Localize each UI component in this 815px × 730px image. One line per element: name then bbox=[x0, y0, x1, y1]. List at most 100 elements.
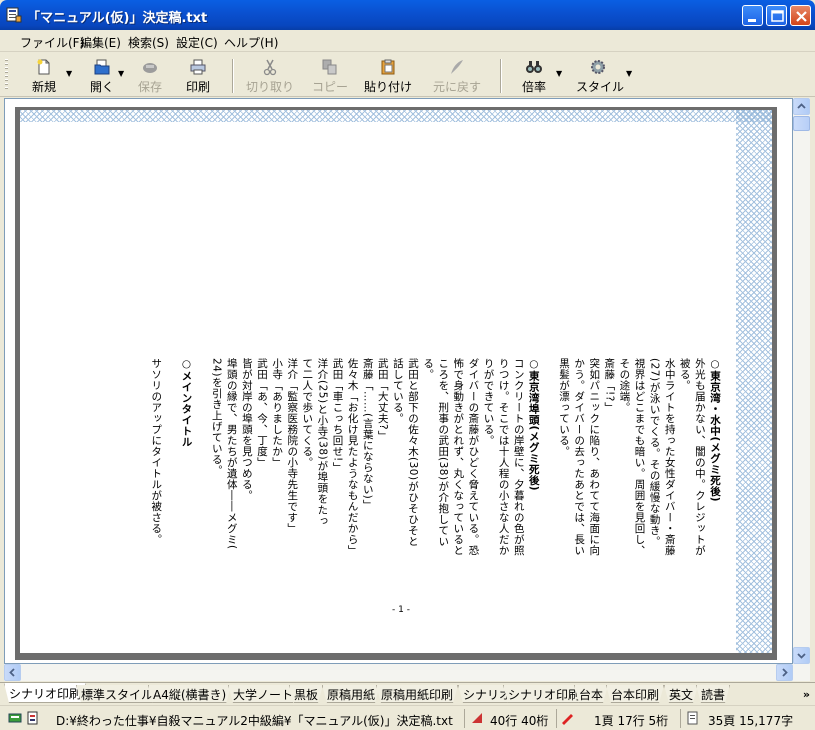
zoom-dropdown-icon[interactable]: ▼ bbox=[556, 69, 562, 78]
maximize-button[interactable] bbox=[766, 5, 787, 26]
horizontal-scrollbar[interactable] bbox=[4, 664, 810, 681]
scroll-down-button[interactable] bbox=[793, 647, 810, 664]
toolbar: 新規 ▼ 開く ▼ 保存 印刷 切り取り コピー 貼り付け 元に戻す 倍率 ▼ … bbox=[0, 53, 815, 97]
gear-icon bbox=[591, 60, 605, 74]
minimize-icon bbox=[748, 19, 756, 22]
paste-button[interactable]: 貼り付け bbox=[362, 56, 414, 94]
print-button[interactable]: 印刷 bbox=[178, 56, 218, 94]
scroll-up-button[interactable] bbox=[793, 98, 810, 115]
tab-overflow-icon[interactable]: » bbox=[803, 688, 810, 701]
script-line: 小寺「ありましたか」 bbox=[271, 358, 284, 468]
script-line: りつけ。そこでは十人程の小さな人だか bbox=[497, 358, 510, 556]
status-bar: D:¥終わった仕事¥自殺マニュアル2中級編¥「マニュアル(仮)」決定稿.txt … bbox=[0, 705, 815, 730]
file-path: D:¥終わった仕事¥自殺マニュアル2中級編¥「マニュアル(仮)」決定稿.txt bbox=[56, 714, 453, 728]
script-line: かう。ダイバーの去ったあとでは、長い bbox=[573, 358, 586, 556]
scene-heading: ○東京湾・水中(メグミ死後) bbox=[709, 358, 721, 503]
grid-size: 40行 40桁 bbox=[490, 714, 549, 728]
page[interactable]: ○東京湾・水中(メグミ死後) 外光も届かない、闇の中。クレジットが 被る。 水中ライト… bbox=[20, 110, 772, 653]
tab-reading[interactable]: 読書 bbox=[696, 685, 730, 703]
page-count-icon bbox=[687, 711, 698, 725]
app-icon bbox=[6, 7, 22, 23]
script-line: 外光も届かない、闇の中。クレジットが bbox=[693, 358, 706, 556]
open-folder-icon bbox=[94, 59, 110, 75]
script-line: 水中ライトを持った女性ダイバー・斎藤 bbox=[663, 358, 676, 556]
script-line: 斎藤「……(言葉にならない)」 bbox=[361, 358, 374, 511]
document-view[interactable]: ○東京湾・水中(メグミ死後) 外光も届かない、闇の中。クレジットが 被る。 水中ライト… bbox=[4, 98, 793, 664]
script-line: 武田「車こっち回せ!」 bbox=[331, 358, 344, 473]
copy-icon bbox=[322, 59, 337, 75]
script-line: ころを、刑事の武田(38)が介抱してい bbox=[437, 358, 450, 547]
script-line: 24)を引き上げている。 bbox=[210, 358, 223, 476]
cursor-position-icon bbox=[562, 714, 573, 725]
tab-script[interactable]: 台本 bbox=[574, 685, 608, 703]
menu-settings[interactable]: 設定(C) bbox=[176, 34, 218, 51]
save-button[interactable]: 保存 bbox=[130, 56, 170, 94]
clipboard-icon bbox=[381, 59, 395, 75]
tab-scenario-print[interactable]: シナリオ印刷 bbox=[4, 683, 86, 703]
page-margin-right bbox=[736, 110, 772, 653]
tab-manuscript-paper[interactable]: 原稿用紙 bbox=[322, 685, 380, 703]
chevron-right-icon bbox=[782, 668, 788, 677]
script-line: りができている。 bbox=[482, 358, 495, 446]
script-line: 武田と部下の佐々木(30)がひそひそと bbox=[407, 358, 419, 547]
menu-file[interactable]: ファイル(F) bbox=[20, 34, 84, 51]
menu-search[interactable]: 検索(S) bbox=[128, 34, 169, 51]
minimize-button[interactable] bbox=[742, 5, 763, 26]
chevron-left-icon bbox=[9, 668, 15, 677]
close-button[interactable] bbox=[790, 5, 811, 26]
script-line: 斎藤「!?」 bbox=[603, 358, 616, 413]
open-dropdown-icon[interactable]: ▼ bbox=[118, 69, 124, 78]
script-line: 武田「あ、今、丁度」 bbox=[256, 358, 268, 468]
page-number: - 1 - bbox=[392, 605, 410, 615]
new-button[interactable]: 新規 bbox=[24, 56, 64, 94]
title-bar[interactable]: 「マニュアル(仮)」決定稿.txt bbox=[0, 0, 815, 30]
scroll-thumb[interactable] bbox=[793, 116, 810, 131]
tab-scenario-print-2[interactable]: シナリオ印刷 bbox=[503, 685, 585, 703]
script-line: 皆が対岸の埠頭を見つめる。 bbox=[240, 358, 253, 501]
script-line: (27)が泳いでくる。その緩慢な動き。 bbox=[648, 358, 661, 547]
tab-a4-vertical[interactable]: A4縦(横書き) bbox=[148, 685, 231, 703]
close-icon bbox=[796, 11, 807, 22]
copy-button[interactable]: コピー bbox=[308, 56, 352, 94]
style-dropdown-icon[interactable]: ▼ bbox=[626, 69, 632, 78]
script-line: コンクリートの岸壁に、夕暮れの色が照 bbox=[512, 358, 525, 556]
cut-button[interactable]: 切り取り bbox=[246, 56, 294, 94]
status-separator bbox=[680, 709, 681, 728]
tab-blackboard[interactable]: 黒板 bbox=[289, 685, 323, 703]
toolbar-grip[interactable] bbox=[5, 59, 8, 91]
tab-university-notebook[interactable]: 大学ノート bbox=[228, 685, 298, 703]
script-line: 話している。 bbox=[391, 358, 404, 424]
quill-pen-icon bbox=[451, 60, 463, 74]
status-separator bbox=[556, 709, 557, 728]
tab-english[interactable]: 英文 bbox=[664, 685, 698, 703]
open-button[interactable]: 開く bbox=[82, 56, 122, 94]
vertical-scrollbar[interactable] bbox=[793, 98, 810, 664]
menu-help[interactable]: ヘルプ(H) bbox=[224, 34, 278, 51]
undo-button[interactable]: 元に戻す bbox=[430, 56, 484, 94]
scroll-left-button[interactable] bbox=[4, 664, 21, 681]
new-file-icon bbox=[37, 59, 50, 75]
tab-script-print[interactable]: 台本印刷 bbox=[606, 685, 664, 703]
menu-edit[interactable]: 編集(E) bbox=[80, 34, 121, 51]
zoom-button[interactable]: 倍率 bbox=[514, 56, 554, 94]
chevron-down-icon bbox=[797, 653, 806, 659]
scroll-right-button[interactable] bbox=[776, 664, 793, 681]
new-dropdown-icon[interactable]: ▼ bbox=[66, 69, 72, 78]
script-line: る。 bbox=[422, 358, 435, 380]
printer-icon bbox=[190, 59, 206, 75]
toolbar-separator bbox=[500, 59, 502, 93]
script-line: 被る。 bbox=[678, 358, 691, 391]
keyboard-icon bbox=[8, 713, 22, 723]
page-margin-top bbox=[20, 110, 772, 122]
scene-heading: ○東京湾埠頭(メグミ死後) bbox=[527, 358, 540, 492]
script-line: ダイバーの斎藤がひどく脅えている。恐 bbox=[467, 358, 480, 556]
script-line: 洋介「監察医務院の小寺先生です」 bbox=[286, 358, 299, 534]
tab-standard-style[interactable]: 標準スタイル bbox=[76, 685, 158, 703]
cursor-position: 1頁 17行 5桁 bbox=[594, 714, 669, 728]
script-line: 武田「大丈夫?」 bbox=[376, 358, 389, 442]
menu-bar: ファイル(F) 編集(E) 検索(S) 設定(C) ヘルプ(H) bbox=[0, 30, 815, 52]
scissors-icon bbox=[263, 59, 277, 76]
tab-manuscript-paper-print[interactable]: 原稿用紙印刷 bbox=[376, 685, 458, 703]
style-tab-bar: シナリオ印刷 標準スタイル A4縦(横書き) 大学ノート 黒板 原稿用紙 原稿用… bbox=[0, 682, 815, 704]
style-button[interactable]: スタイル bbox=[576, 56, 624, 94]
